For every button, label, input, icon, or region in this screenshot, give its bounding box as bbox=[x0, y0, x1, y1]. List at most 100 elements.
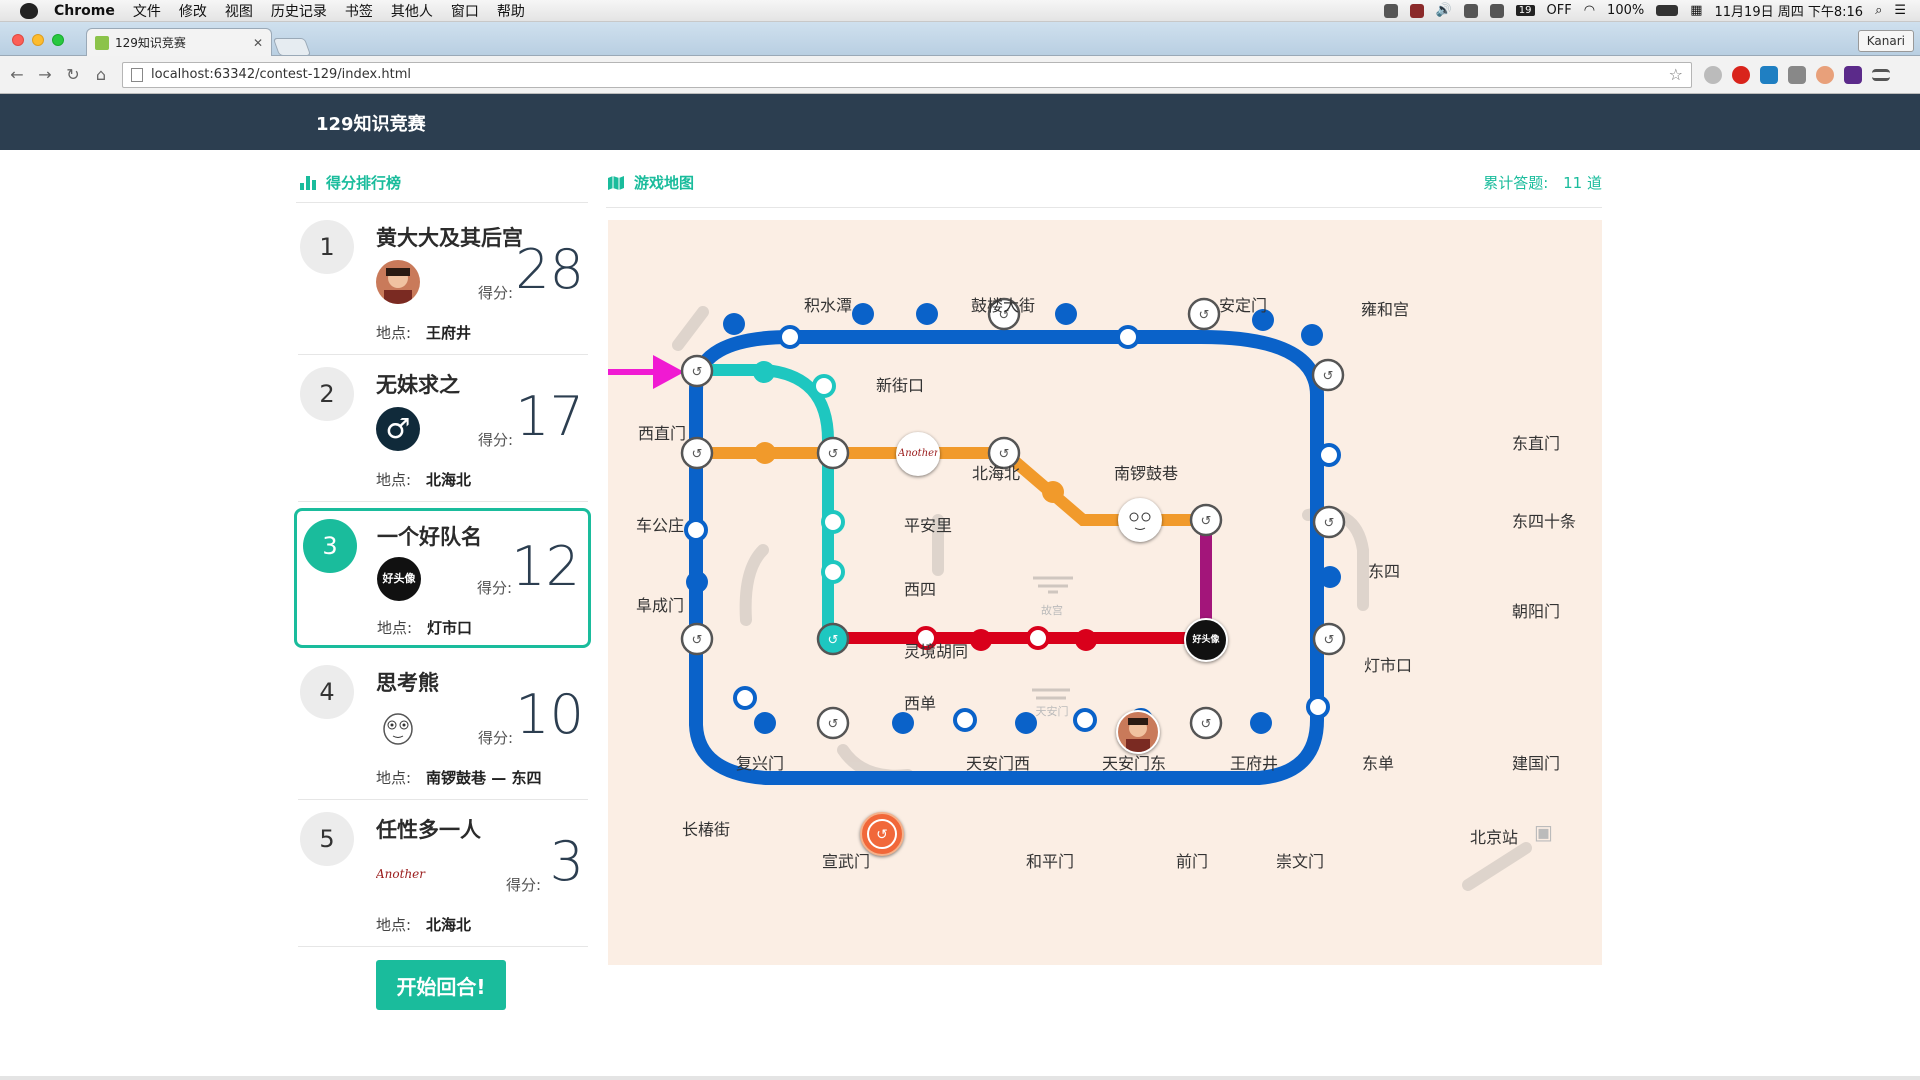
station-dot bbox=[970, 629, 992, 651]
avatar-text: 好头像 bbox=[382, 572, 416, 585]
score-label: 得分: bbox=[477, 579, 513, 597]
station-dot bbox=[754, 442, 776, 464]
zoom-window-button[interactable] bbox=[52, 34, 64, 46]
back-icon[interactable]: ← bbox=[6, 65, 28, 84]
bookmark-star-icon[interactable]: ☆ bbox=[1669, 65, 1683, 84]
menu-app-chrome[interactable]: Chrome bbox=[54, 3, 115, 19]
team-name: 黄大大及其后宫 bbox=[376, 226, 523, 250]
menu-file[interactable]: 文件 bbox=[133, 1, 161, 21]
team-5-map-pin[interactable]: Another bbox=[896, 432, 940, 476]
divider bbox=[296, 202, 588, 203]
station-label: 南锣鼓巷 bbox=[1114, 464, 1179, 483]
pin-text: Another bbox=[898, 448, 939, 459]
svg-text:↺: ↺ bbox=[1199, 308, 1210, 323]
station-label: 天安门西 bbox=[966, 754, 1031, 773]
score-value: 10 bbox=[515, 683, 584, 746]
svg-text:↺: ↺ bbox=[1323, 369, 1334, 384]
bell-icon[interactable] bbox=[1489, 3, 1504, 18]
subway-map-graphic: 故宫 天安门 ↺↺ ↺ ↺↺ ↺ ↺↺ ↺ ↺ ↺ ↺ ↺↺ bbox=[608, 297, 1532, 891]
extension-avatar-icon[interactable] bbox=[1816, 65, 1834, 84]
station-label: 新街口 bbox=[876, 376, 925, 395]
bg-arrow bbox=[739, 544, 769, 626]
team-name: 思考熊 bbox=[376, 671, 439, 695]
apple-icon[interactable] bbox=[20, 2, 38, 19]
start-arrow-icon bbox=[608, 354, 685, 390]
bg-arrow bbox=[672, 306, 709, 351]
train-icon: ▣ bbox=[1534, 820, 1553, 844]
team-card-3-active[interactable]: 3 一个好队名 好头像 得分: 12 地点: 灯市口 bbox=[294, 508, 591, 648]
display-icon[interactable] bbox=[1463, 3, 1478, 18]
wifi-icon[interactable]: ◠ bbox=[1584, 3, 1595, 18]
profile-button[interactable]: Kanari bbox=[1857, 30, 1914, 52]
menu-bookmarks[interactable]: 书签 bbox=[345, 1, 373, 21]
location-label: 地点: bbox=[376, 471, 412, 489]
location-value: 北海北 bbox=[426, 916, 472, 934]
station-label: 西四 bbox=[904, 580, 937, 599]
team-card-2[interactable]: 2 无妹求之 ♂ 得分: 17 地点: 北海北 bbox=[298, 357, 588, 502]
close-window-button[interactable] bbox=[12, 34, 24, 46]
team-3-map-pin[interactable]: 好头像 bbox=[1184, 618, 1228, 662]
spotlight-icon[interactable]: ⌕ bbox=[1875, 3, 1882, 18]
new-tab-button[interactable] bbox=[272, 38, 312, 56]
forward-icon[interactable]: → bbox=[34, 65, 56, 84]
bear-avatar-icon bbox=[376, 705, 420, 749]
menu-people[interactable]: 其他人 bbox=[391, 1, 433, 21]
avatar: 好头像 bbox=[377, 557, 421, 601]
score-value: 28 bbox=[515, 238, 584, 301]
svg-text:↺: ↺ bbox=[1201, 717, 1212, 732]
team-card-5[interactable]: 5 任性多一人 Another 得分: 3 地点: 北海北 bbox=[298, 802, 588, 947]
team-1-map-pin[interactable] bbox=[1116, 710, 1160, 754]
station-label: 西单 bbox=[904, 694, 937, 713]
station-label: 宣武门 bbox=[822, 852, 871, 871]
extension-s-icon[interactable] bbox=[1760, 65, 1778, 84]
status-area: 🔊 19 OFF ◠ 100% ▦ 11月19日 周四 下午8:16 ⌕ ☰ bbox=[1383, 1, 1906, 20]
home-icon[interactable]: ⌂ bbox=[90, 65, 112, 84]
score-label: 得分: bbox=[478, 284, 514, 302]
start-round-button[interactable]: 开始回合! bbox=[376, 960, 506, 1010]
minimize-window-button[interactable] bbox=[32, 34, 44, 46]
rank-badge: 4 bbox=[300, 665, 354, 719]
extension-copy-icon[interactable] bbox=[1788, 65, 1806, 84]
station-label: 东直门 bbox=[1512, 434, 1561, 453]
menu-edit[interactable]: 修改 bbox=[179, 1, 207, 21]
svg-text:↺: ↺ bbox=[692, 447, 703, 462]
flag-icon[interactable]: ▦ bbox=[1690, 3, 1702, 18]
menu-history[interactable]: 历史记录 bbox=[271, 1, 327, 21]
close-tab-icon[interactable]: ✕ bbox=[253, 36, 263, 50]
station-label: 复兴门 bbox=[736, 754, 785, 773]
station-label: 王府井 bbox=[1230, 754, 1279, 773]
volume-icon[interactable]: 🔊 bbox=[1436, 3, 1452, 18]
status-app-icon[interactable] bbox=[1383, 3, 1398, 18]
score-label: 得分: bbox=[478, 729, 514, 747]
tab-strip: 129知识竞赛 ✕ Kanari bbox=[0, 22, 1920, 56]
station-label: 灵境胡同 bbox=[904, 642, 969, 661]
adblock-icon[interactable] bbox=[1732, 65, 1750, 84]
app-header: 129知识竞赛 bbox=[0, 94, 1920, 150]
menu-view[interactable]: 视图 bbox=[225, 1, 253, 21]
menu-help[interactable]: 帮助 bbox=[497, 1, 525, 21]
extension-globe-icon[interactable] bbox=[1704, 65, 1722, 84]
transfer-stations bbox=[680, 297, 1346, 740]
team-4-map-pin[interactable] bbox=[1118, 498, 1162, 542]
clock[interactable]: 11月19日 周四 下午8:16 bbox=[1715, 1, 1864, 20]
address-bar[interactable]: localhost:63342/contest-129/index.html ☆ bbox=[122, 61, 1692, 88]
station-label: 北海北 bbox=[972, 464, 1021, 483]
notification-center-icon[interactable]: ☰ bbox=[1894, 3, 1906, 18]
app-title[interactable]: 129知识竞赛 bbox=[316, 110, 426, 136]
browser-tab[interactable]: 129知识竞赛 ✕ bbox=[86, 28, 272, 56]
reload-icon[interactable]: ↻ bbox=[62, 65, 84, 84]
shield-icon[interactable] bbox=[1409, 3, 1424, 18]
menu-window[interactable]: 窗口 bbox=[451, 1, 479, 21]
team-card-1[interactable]: 1 黄大大及其后宫 得分: 28 地点: 王府井 bbox=[298, 210, 588, 355]
chrome-menu-icon[interactable] bbox=[1872, 68, 1890, 81]
battery-percent[interactable]: 100% bbox=[1607, 3, 1644, 18]
svg-text:↺: ↺ bbox=[1324, 633, 1335, 648]
tab-title: 129知识竞赛 bbox=[115, 36, 186, 50]
extension-check-icon[interactable] bbox=[1844, 65, 1862, 84]
url-text[interactable]: localhost:63342/contest-129/index.html bbox=[151, 67, 1669, 82]
toggle-off-label[interactable]: OFF bbox=[1547, 3, 1572, 18]
favicon-icon bbox=[95, 35, 109, 50]
team-card-4[interactable]: 4 思考熊 得分: 10 地点: 南锣鼓巷 — 东四 bbox=[298, 655, 588, 800]
landmark-label: 故宫 bbox=[1041, 603, 1063, 617]
calendar-badge[interactable]: 19 bbox=[1515, 5, 1535, 16]
